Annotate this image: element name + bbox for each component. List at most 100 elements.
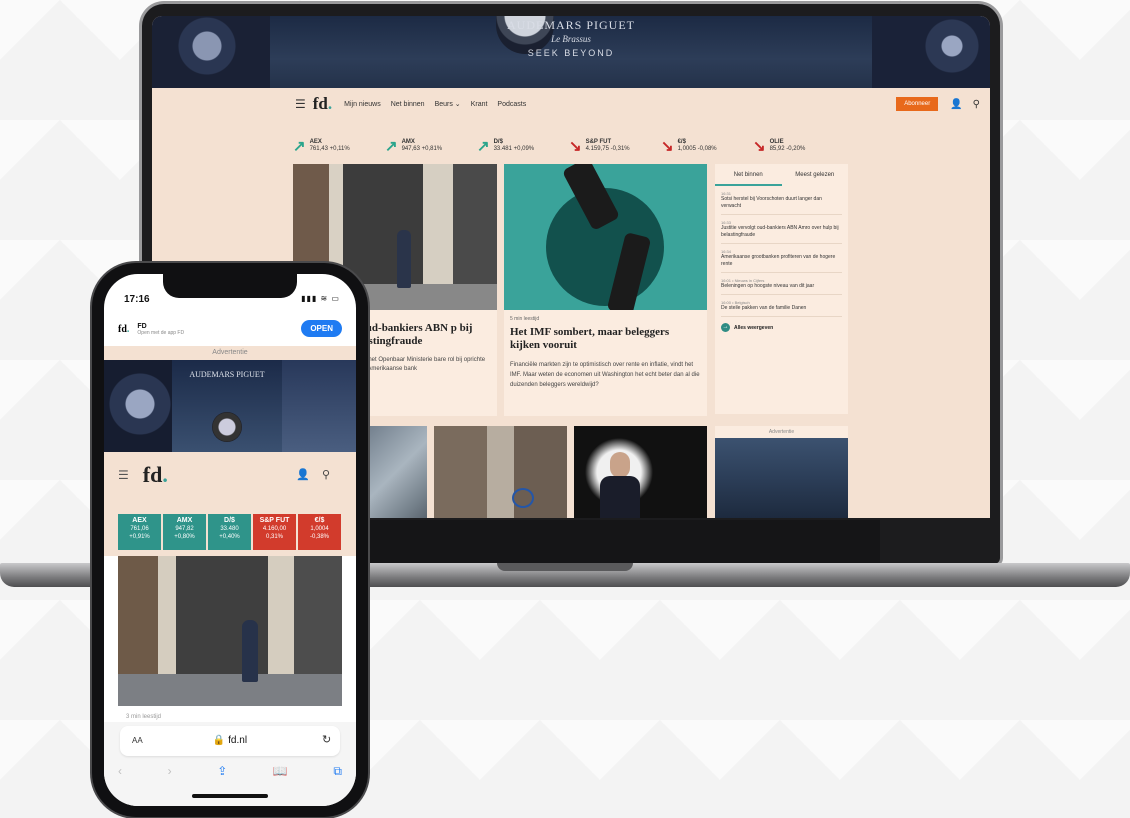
ad-right: [282, 360, 356, 452]
url-text[interactable]: 🔒 fd.nl: [104, 735, 356, 746]
bookmarks-icon[interactable]: 📖: [273, 764, 288, 779]
article-title[interactable]: rt oud-bankiers ABN p bij belastingfraud…: [349, 322, 495, 348]
market-tickers: ↗ AEX 761,43 +0,11% ↗ AMX 947,63 +0,81% ↗ …: [293, 136, 853, 156]
arrow-down-icon: ↘: [753, 137, 766, 155]
bicycle-figure: [512, 488, 534, 508]
article-image: [504, 164, 707, 310]
news-list-item[interactable]: 16:01 • Nieuws in Cijfers Beleningen op …: [721, 273, 842, 295]
ad-label: Advertentie: [104, 346, 356, 360]
nav-podcasts[interactable]: Podcasts: [497, 101, 526, 108]
site-header: ☰ fd. 👤⚲: [104, 452, 356, 498]
tab-net-binnen[interactable]: Net binnen: [715, 164, 782, 186]
ad-subtitle: Le Brassus: [551, 34, 591, 44]
hamburger-icon[interactable]: ☰: [118, 468, 129, 482]
forward-icon[interactable]: ›: [168, 764, 172, 779]
news-list-item[interactable]: 16:34 Amerikaanse grootbanken profiteren…: [721, 244, 842, 273]
show-all-link[interactable]: → Alles weergeven: [721, 323, 842, 332]
person-figure: [242, 620, 258, 682]
search-icon[interactable]: ⚲: [973, 99, 980, 110]
site-header: ☰ fd. Mijn nieuws Net binnen Beurs ⌄ Kra…: [152, 88, 990, 120]
watch-image: [212, 412, 242, 442]
article-thumb-portrait[interactable]: [574, 426, 707, 518]
news-headline[interactable]: De steile pakken van de familie Danen: [721, 305, 842, 312]
phone-screen: 17:16 ▮▮▮ ≋ ▭ fd. FD Open met de app FD …: [104, 274, 356, 806]
ticker-sp-fut[interactable]: S&P FUT 4.160,00 0,31%: [253, 514, 296, 550]
article-title[interactable]: Het IMF sombert, maar beleggers kijken v…: [510, 326, 700, 352]
ad-watch-right: [872, 16, 990, 88]
hamburger-icon[interactable]: ☰: [295, 97, 306, 111]
ticker-aex[interactable]: ↗ AEX 761,43 +0,11%: [293, 136, 385, 156]
ad-center: AUDEMARS PIGUET: [172, 360, 282, 452]
search-icon[interactable]: ⚲: [322, 469, 342, 481]
nav-net-binnen[interactable]: Net binnen: [391, 101, 425, 108]
status-time: 17:16: [124, 294, 150, 305]
subscribe-button[interactable]: Abonneer: [896, 97, 939, 111]
ad-tagline: SEEK BEYOND: [527, 48, 615, 58]
open-app-button[interactable]: OPEN: [301, 320, 342, 337]
browser-nav: ‹ › ⇪ 📖 ⧉: [118, 764, 342, 779]
news-headline[interactable]: Amerikaanse grootbanken profiteren van d…: [721, 254, 842, 268]
ticker-aex[interactable]: AEX 761,06 +0,91%: [118, 514, 161, 550]
ad-image: [715, 438, 848, 518]
home-indicator: [192, 794, 268, 798]
ad-banner[interactable]: AUDEMARS PIGUET Le Brassus SEEK BEYOND: [152, 16, 990, 88]
ad-block[interactable]: Advertentie: [715, 426, 848, 518]
site-logo[interactable]: fd.: [143, 462, 168, 488]
site-logo[interactable]: fd.: [313, 94, 332, 114]
article-thumb-street[interactable]: [434, 426, 567, 518]
article-image[interactable]: [118, 556, 342, 706]
news-list-item[interactable]: 16:00 • Belgisch De steile pakken van de…: [721, 295, 842, 317]
ticker-olie[interactable]: ↘ OLIE 85,92 -0,20%: [753, 136, 845, 156]
ticker-dollar[interactable]: ↗ D/$ 33.481 +0,09%: [477, 136, 569, 156]
news-list-item[interactable]: 16:33 Justitie vervolgt oud-bankiers ABN…: [721, 215, 842, 244]
article-summary: olgens het Openbaar Ministerie bare rol …: [349, 357, 486, 372]
laptop-keyboard: [360, 520, 880, 564]
news-headline[interactable]: Beleningen op hoogste niveau van dit jaa…: [721, 283, 842, 290]
ticker-amx[interactable]: ↗ AMX 947,63 +0,81%: [385, 136, 477, 156]
arrow-up-icon: ↗: [385, 137, 398, 155]
ticker-amx[interactable]: AMX 947,82 +0,80%: [163, 514, 206, 550]
nav-krant[interactable]: Krant: [471, 101, 488, 108]
status-icons: ▮▮▮ ≋ ▭: [301, 294, 340, 303]
account-icon[interactable]: 👤: [296, 469, 322, 481]
news-headline[interactable]: Sotsi herstel bij Voorschoten duurt lang…: [721, 196, 842, 210]
ticker-euro-dollar[interactable]: €/$ 1,0004 -0,38%: [298, 514, 341, 550]
person-figure: [397, 230, 411, 288]
reload-icon[interactable]: ↻: [322, 733, 331, 746]
ticker-sp-fut[interactable]: ↘ S&P FUT 4.159,75 -0,31%: [569, 136, 661, 156]
ad-brand: AUDEMARS PIGUET: [189, 370, 265, 379]
arrow-up-icon: ↗: [477, 137, 490, 155]
ad-center: AUDEMARS PIGUET Le Brassus SEEK BEYOND: [270, 16, 872, 88]
arrow-up-icon: ↗: [293, 137, 306, 155]
tab-meest-gelezen[interactable]: Meest gelezen: [782, 164, 849, 186]
ad-banner[interactable]: AUDEMARS PIGUET: [104, 360, 356, 452]
article-card-imf[interactable]: 5 min leestijd Het IMF sombert, maar bel…: [504, 164, 707, 416]
news-headline[interactable]: Justitie vervolgt oud-bankiers ABN Amro …: [721, 225, 842, 239]
nav-mijn-nieuws[interactable]: Mijn nieuws: [344, 101, 381, 108]
news-list-item[interactable]: 16:31 Sotsi herstel bij Voorschoten duur…: [721, 186, 842, 215]
nav-beurs[interactable]: Beurs ⌄: [435, 100, 461, 108]
ad-watch-left: [104, 360, 172, 452]
arrow-down-icon: ↘: [661, 137, 674, 155]
ad-label: Advertentie: [768, 429, 795, 435]
ticker-euro-dollar[interactable]: ↘ €/$ 1,0005 -0,08%: [661, 136, 753, 156]
phone-notch: [163, 274, 297, 298]
account-icon[interactable]: 👤: [950, 99, 962, 110]
ad-brand: AUDEMARS PIGUET: [506, 18, 635, 32]
arrow-right-icon: →: [721, 323, 730, 332]
share-icon[interactable]: ⇪: [217, 764, 227, 779]
app-name: FD: [137, 322, 147, 330]
arrow-down-icon: ↘: [569, 137, 582, 155]
article-summary: Financiële markten zijn te optimistisch …: [510, 362, 700, 388]
article-read-time: 3 min leestijd: [126, 714, 162, 720]
ticker-dollar[interactable]: D/$ 33.480 +0,40%: [208, 514, 251, 550]
market-tickers: AEX 761,06 +0,91% AMX 947,82 +0,80% D/$ 33.48…: [118, 514, 341, 550]
sidebar-tabs: Net binnen Meest gelezen: [715, 164, 848, 186]
portrait-face: [610, 452, 630, 478]
back-icon[interactable]: ‹: [118, 764, 122, 779]
article-thumb-glass[interactable]: [364, 426, 427, 518]
tabs-icon[interactable]: ⧉: [333, 764, 342, 779]
laptop-notch: [497, 563, 633, 571]
app-smart-banner: fd. FD Open met de app FD OPEN: [104, 314, 356, 344]
ad-watch-left: [152, 16, 270, 88]
